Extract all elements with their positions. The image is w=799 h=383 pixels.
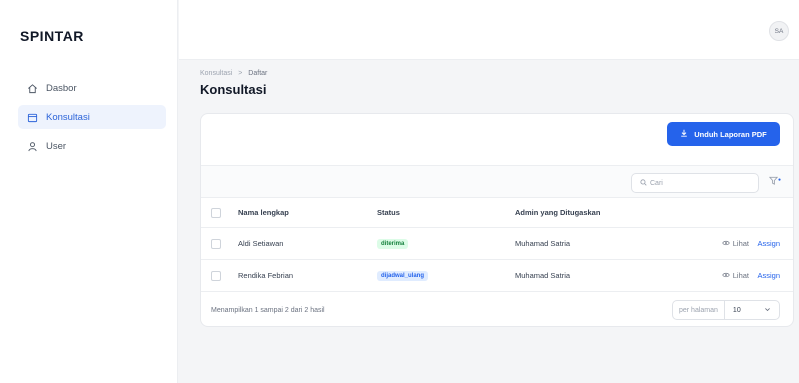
status-badge: dijadwal_ulang (377, 270, 429, 281)
breadcrumb: Konsultasi > Daftar (200, 70, 267, 77)
status-badge: diterima (377, 238, 409, 249)
assign-link[interactable]: Assign (757, 260, 780, 291)
row-name: Aldi Setiawan (238, 239, 284, 248)
view-label: Lihat (732, 271, 749, 280)
table-row: Aldi Setiawan diterima Muhamad Satria Li… (201, 228, 793, 260)
column-header-status[interactable]: Status (377, 198, 400, 227)
eye-icon (722, 272, 730, 280)
brand-logo: SPINTAR (20, 28, 84, 44)
view-link[interactable]: Lihat (722, 260, 749, 291)
avatar[interactable]: SA (769, 21, 789, 41)
per-page-value: 10 (732, 306, 741, 314)
breadcrumb-separator: > (238, 70, 243, 77)
row-admin: Muhamad Satria (515, 239, 571, 248)
download-pdf-button[interactable]: Unduh Laporan PDF (667, 122, 780, 146)
select-all-checkbox[interactable] (211, 207, 221, 218)
search-input[interactable]: Cari (631, 173, 759, 193)
breadcrumb-parent[interactable]: Konsultasi (200, 70, 232, 77)
sidebar-item-konsultasi[interactable]: Konsultasi (18, 105, 166, 129)
search-icon (640, 178, 647, 188)
download-icon (680, 129, 688, 139)
consultation-table-card: Unduh Laporan PDF Cari ● Nama lengkap St… (200, 113, 794, 327)
search-placeholder: Cari (650, 179, 663, 187)
sidebar-item-dasbor[interactable]: Dasbor (18, 76, 166, 100)
breadcrumb-current: Daftar (248, 70, 268, 77)
calendar-icon (26, 111, 38, 123)
per-page-select[interactable]: per halaman 10 (672, 300, 780, 320)
sidebar-item-user[interactable]: User (18, 134, 166, 158)
view-label: Lihat (732, 239, 749, 248)
assign-link[interactable]: Assign (757, 228, 780, 259)
row-admin: Muhamad Satria (515, 271, 571, 280)
status-cell: dijadwal_ulang (377, 260, 429, 291)
page-title: Konsultasi (200, 82, 267, 97)
chevron-down-icon (764, 306, 771, 315)
sidebar-item-label: Dasbor (46, 82, 77, 94)
view-link[interactable]: Lihat (722, 228, 749, 259)
pagination-summary: Menampilkan 1 sampai 2 dari 2 hasil (211, 306, 325, 314)
per-page-label: per halaman (673, 301, 725, 319)
filter-dot: ● (777, 177, 781, 183)
sidebar: SPINTAR Dasbor Konsultasi User (0, 0, 178, 383)
status-cell: diterima (377, 228, 409, 259)
home-icon (26, 82, 38, 94)
topbar: SA (179, 0, 799, 60)
sidebar-item-label: Konsultasi (46, 111, 90, 123)
filter-bar: Cari ● (201, 165, 793, 198)
table-row: Rendika Febrian dijadwal_ulang Muhamad S… (201, 260, 793, 292)
download-pdf-label: Unduh Laporan PDF (694, 129, 767, 139)
pagination: Menampilkan 1 sampai 2 dari 2 hasil per … (201, 292, 793, 326)
table-header: Nama lengkap Status Admin yang Ditugaska… (201, 198, 793, 228)
sidebar-nav: Dasbor Konsultasi User (18, 76, 166, 163)
row-checkbox[interactable] (211, 238, 221, 249)
row-name: Rendika Febrian (238, 271, 294, 280)
filter-icon[interactable]: ● (768, 176, 781, 187)
eye-icon (722, 240, 730, 248)
user-icon (26, 140, 38, 152)
column-header-admin[interactable]: Admin yang Ditugaskan (515, 198, 600, 227)
row-checkbox[interactable] (211, 270, 221, 281)
sidebar-item-label: User (46, 140, 67, 152)
column-header-name[interactable]: Nama lengkap (238, 198, 289, 227)
